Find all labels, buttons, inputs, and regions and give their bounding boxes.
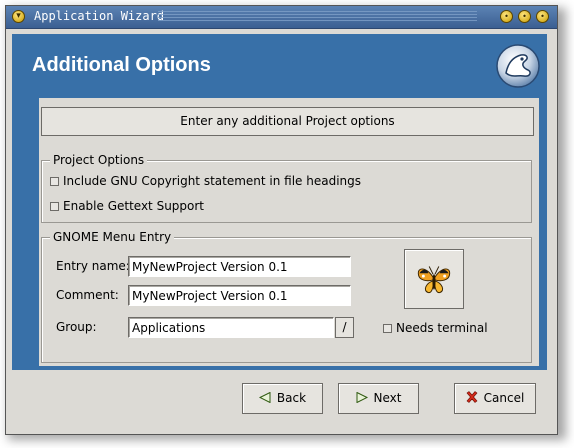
gnome-menu-entry-frame: GNOME Menu Entry Entry name: Comment: Gr…	[41, 230, 532, 363]
butterfly-icon	[417, 266, 451, 294]
gettext-support-checkbox[interactable]: Enable Gettext Support	[50, 198, 204, 214]
cancel-button[interactable]: Cancel	[454, 383, 536, 414]
checkbox-box[interactable]	[383, 324, 392, 333]
button-bar: Back Next Cancel	[12, 370, 547, 430]
checkbox-box[interactable]	[50, 202, 59, 211]
gnome-menu-entry-label: GNOME Menu Entry	[50, 230, 175, 244]
gnu-copyright-label: Include GNU Copyright statement in file …	[63, 174, 362, 188]
cancel-x-icon	[466, 391, 478, 403]
close-icon[interactable]: •	[536, 10, 549, 23]
comment-input[interactable]	[128, 285, 351, 306]
application-wizard-window: ▾ Application Wizard • • • Additional Op…	[5, 5, 558, 435]
options-panel: Enter any additional Project options Pro…	[39, 98, 539, 366]
window-menu-icon[interactable]: ▾	[12, 10, 25, 23]
entry-name-label: Entry name:	[56, 259, 130, 273]
gnu-copyright-checkbox[interactable]: Include GNU Copyright statement in file …	[50, 173, 361, 189]
minimize-icon[interactable]: •	[500, 10, 513, 23]
group-label: Group:	[56, 320, 97, 334]
project-options-label: Project Options	[50, 153, 148, 167]
page-title: Additional Options	[32, 54, 211, 76]
next-button[interactable]: Next	[338, 383, 419, 414]
comment-label: Comment:	[56, 288, 119, 302]
back-arrow-icon	[258, 392, 271, 403]
next-label: Next	[373, 391, 402, 405]
page-description: Enter any additional Project options	[41, 107, 534, 136]
next-arrow-icon	[356, 392, 368, 403]
entry-name-input[interactable]	[128, 256, 351, 277]
gnome-foot-logo-icon	[496, 44, 540, 88]
wizard-header: Additional Options	[12, 34, 547, 98]
checkbox-box[interactable]	[50, 177, 59, 186]
maximize-icon[interactable]: •	[518, 10, 531, 23]
titlebar-grip	[158, 11, 477, 22]
menu-icon-picker-button[interactable]	[404, 249, 464, 309]
project-options-frame: Project Options Include GNU Copyright st…	[41, 153, 532, 223]
window-title: Application Wizard	[34, 9, 165, 23]
group-dropdown-button[interactable]: /	[335, 317, 354, 338]
wizard-content: Enter any additional Project options Pro…	[12, 98, 547, 370]
back-button[interactable]: Back	[242, 383, 323, 414]
titlebar[interactable]: ▾ Application Wizard • • •	[6, 6, 557, 29]
gettext-support-label: Enable Gettext Support	[63, 199, 205, 213]
cancel-label: Cancel	[483, 391, 525, 405]
group-combo-input[interactable]	[128, 317, 334, 338]
needs-terminal-label: Needs terminal	[396, 321, 488, 335]
back-label: Back	[276, 391, 307, 405]
needs-terminal-checkbox[interactable]: Needs terminal	[383, 320, 488, 336]
